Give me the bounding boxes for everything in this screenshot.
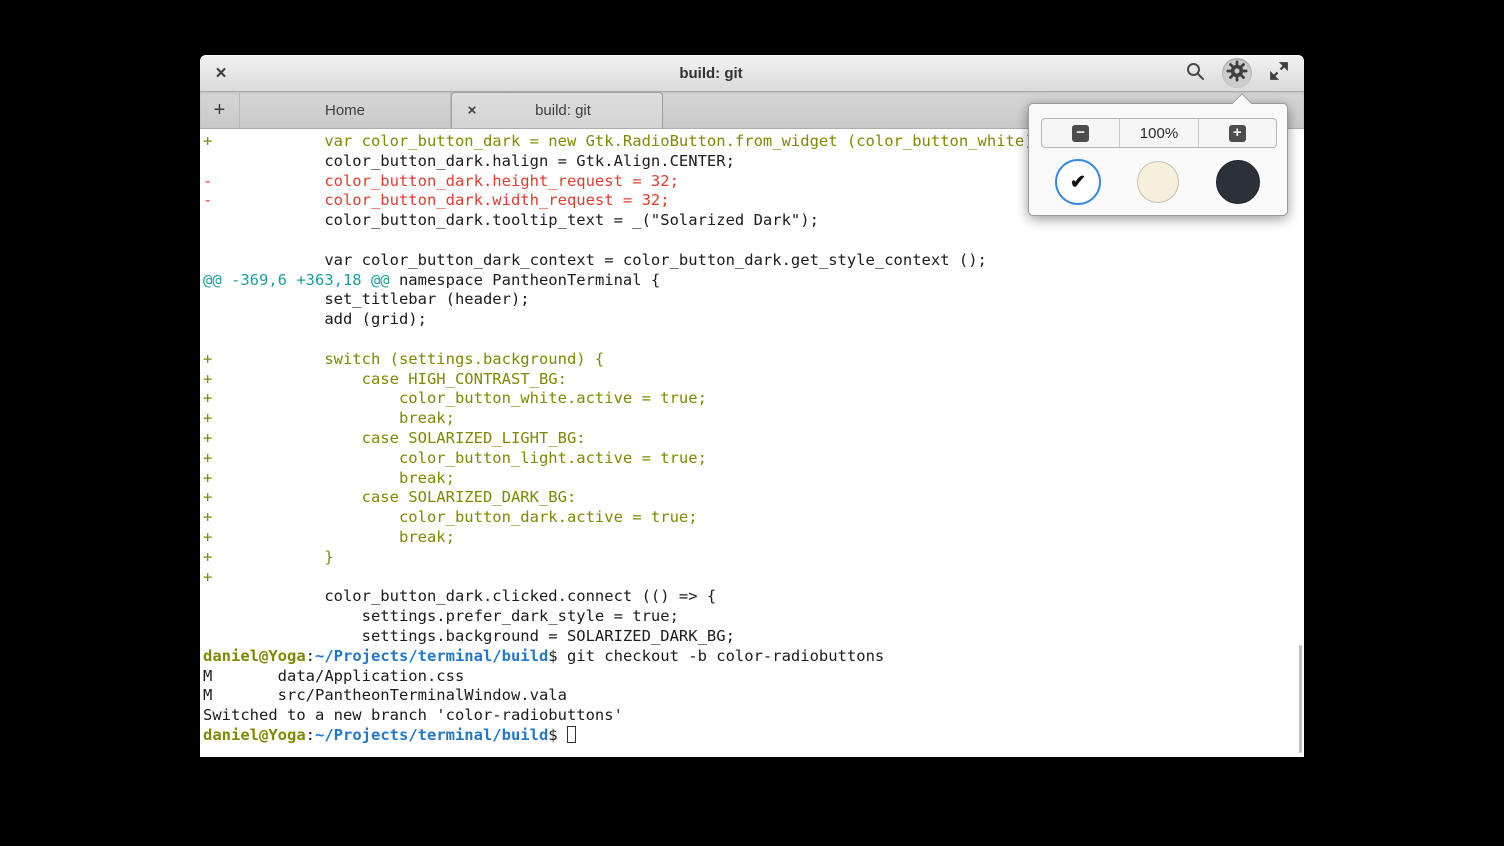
zoom-in-button[interactable]: + xyxy=(1198,119,1276,147)
terminal-line: var color_button_dark_context = color_bu… xyxy=(203,251,1304,271)
theme-circle-light[interactable] xyxy=(1137,161,1179,203)
tab-label: build: git xyxy=(492,102,662,119)
terminal-view[interactable]: + var color_button_dark = new Gtk.RadioB… xyxy=(200,129,1304,757)
zoom-control: − 100% + xyxy=(1041,118,1277,148)
settings-button[interactable] xyxy=(1222,58,1252,88)
new-tab-button[interactable]: + xyxy=(200,92,240,128)
terminal-line: + xyxy=(203,568,1304,588)
terminal-line: color_button_dark.clicked.connect (() =>… xyxy=(203,587,1304,607)
terminal-line: @@ -369,6 +363,18 @@ namespace PantheonT… xyxy=(203,271,1304,291)
tab-home[interactable]: Home xyxy=(240,92,451,128)
zoom-level: 100% xyxy=(1119,119,1197,147)
zoom-out-button[interactable]: − xyxy=(1042,119,1119,147)
terminal-line: + switch (settings.background) { xyxy=(203,350,1304,370)
search-icon xyxy=(1185,61,1205,86)
theme-circle-dark[interactable] xyxy=(1216,160,1260,204)
terminal-line xyxy=(203,231,1304,251)
plus-icon: + xyxy=(1229,125,1246,142)
terminal-cursor xyxy=(567,726,576,743)
titlebar-actions xyxy=(1180,58,1304,88)
terminal-line: + color_button_light.active = true; xyxy=(203,449,1304,469)
titlebar: × build: git xyxy=(200,55,1304,92)
terminal-line: M data/Application.css xyxy=(203,667,1304,687)
terminal-line: settings.prefer_dark_style = true; xyxy=(203,607,1304,627)
terminal-line: + break; xyxy=(203,409,1304,429)
fullscreen-button[interactable] xyxy=(1264,58,1294,88)
terminal-line: daniel@Yoga:~/Projects/terminal/build$ g… xyxy=(203,647,1304,667)
tab-label: Home xyxy=(325,102,365,119)
search-button[interactable] xyxy=(1180,58,1210,88)
expand-arrows-icon xyxy=(1269,61,1289,86)
tab-build-git[interactable]: × build: git xyxy=(451,92,663,128)
window-title: build: git xyxy=(242,65,1180,82)
terminal-line: M src/PantheonTerminalWindow.vala xyxy=(203,686,1304,706)
terminal-line xyxy=(203,330,1304,350)
window-close-button[interactable]: × xyxy=(200,55,242,92)
tab-close-icon[interactable]: × xyxy=(452,102,492,119)
terminal-line: add (grid); xyxy=(203,310,1304,330)
minus-icon: − xyxy=(1072,125,1089,142)
zoom-level-value: 100% xyxy=(1140,125,1178,142)
theme-circle-white[interactable]: ✔ xyxy=(1055,159,1101,205)
terminal-line: + } xyxy=(203,548,1304,568)
terminal-line: + case HIGH_CONTRAST_BG: xyxy=(203,370,1304,390)
check-icon: ✔ xyxy=(1070,171,1086,194)
terminal-line: daniel@Yoga:~/Projects/terminal/build$ xyxy=(203,726,1304,746)
terminal-line: + color_button_white.active = true; xyxy=(203,389,1304,409)
terminal-line: + break; xyxy=(203,469,1304,489)
terminal-line: + color_button_dark.active = true; xyxy=(203,508,1304,528)
gear-icon xyxy=(1226,60,1248,87)
terminal-line: set_titlebar (header); xyxy=(203,290,1304,310)
terminal-line: + case SOLARIZED_LIGHT_BG: xyxy=(203,429,1304,449)
terminal-line: + break; xyxy=(203,528,1304,548)
scrollbar-thumb[interactable] xyxy=(1299,645,1302,753)
terminal-output: + var color_button_dark = new Gtk.RadioB… xyxy=(203,132,1304,746)
terminal-line: settings.background = SOLARIZED_DARK_BG; xyxy=(203,627,1304,647)
terminal-line: + case SOLARIZED_DARK_BG: xyxy=(203,488,1304,508)
terminal-line: Switched to a new branch 'color-radiobut… xyxy=(203,706,1304,726)
settings-popover: − 100% + ✔ xyxy=(1028,103,1288,216)
